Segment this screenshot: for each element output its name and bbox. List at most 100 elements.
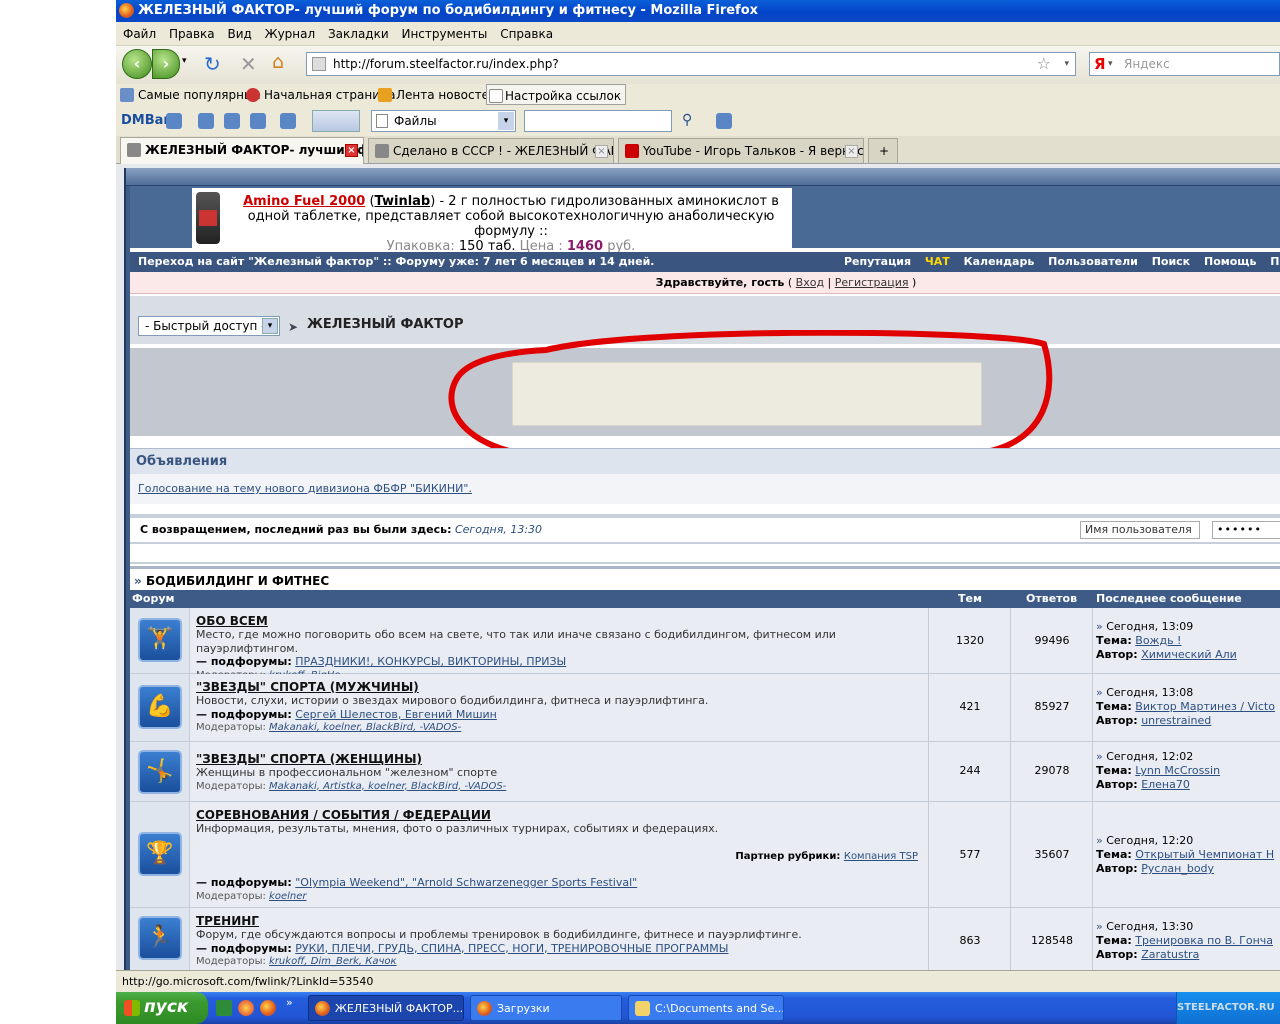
forum-title[interactable]: СОРЕВНОВАНИЯ / СОБЫТИЯ / ФЕДЕРАЦИИ — [196, 808, 924, 822]
quicklaunch-firefox-icon[interactable] — [260, 1000, 276, 1016]
toolbar-add-icon[interactable] — [198, 113, 214, 129]
page-content: Amino Fuel 2000 (Twinlab) - 2 г полность… — [116, 164, 1280, 970]
bookmark-folder-icon — [120, 88, 134, 102]
close-tab-icon[interactable]: × — [345, 144, 358, 157]
search-engine-dropdown-icon[interactable]: ▾ — [1108, 53, 1113, 75]
forum-dumbbell-icon[interactable]: 🏋 — [138, 618, 182, 662]
topics-count: 1320 — [956, 634, 984, 647]
menu-edit[interactable]: Правка — [169, 27, 215, 41]
forum-page: Amino Fuel 2000 (Twinlab) - 2 г полность… — [124, 168, 1280, 970]
bookmark-most-visited[interactable]: Самые популярные — [120, 84, 261, 106]
username-field[interactable]: Имя пользователя — [1080, 521, 1200, 539]
forum-title[interactable]: ТРЕНИНГ — [196, 914, 924, 928]
nav-chat[interactable]: ЧАТ — [925, 255, 950, 268]
bookmark-link-settings[interactable]: Настройка ссылок — [486, 84, 627, 105]
last-post-arrow-icon[interactable]: » — [1096, 834, 1103, 847]
chevron-down-icon[interactable]: ▾ — [262, 318, 278, 334]
stop-icon[interactable]: ✕ — [240, 52, 257, 76]
tab-steelfactor[interactable]: ЖЕЛЕЗНЫЙ ФАКТОР- лучший фо...× — [120, 137, 364, 164]
select-dropdown-icon[interactable]: ▾ — [498, 112, 514, 130]
menu-file[interactable]: Файл — [123, 27, 156, 41]
search-box[interactable]: Я ▾ Яндекс — [1089, 52, 1280, 76]
bookmark-home-page[interactable]: Начальная страница — [246, 84, 396, 106]
dmbar-text-input[interactable] — [524, 110, 672, 132]
toolbar-download-icon[interactable] — [716, 113, 732, 129]
ad-brand-link[interactable]: Twinlab — [375, 194, 431, 209]
moderators: Модераторы: Makanaki, Artistka, koelner,… — [196, 780, 507, 792]
back-button[interactable]: ‹ — [122, 49, 152, 79]
nav-users[interactable]: Пользователи — [1048, 255, 1138, 268]
register-link[interactable]: Регистрация — [835, 276, 909, 289]
site-age-text[interactable]: Переход на сайт "Железный фактор" :: Фор… — [138, 252, 654, 272]
category-header[interactable]: » БОДИБИЛДИНГ И ФИТНЕС — [130, 566, 1280, 590]
ad-banner[interactable]: Amino Fuel 2000 (Twinlab) - 2 г полность… — [192, 188, 792, 254]
announcement-link[interactable]: Голосование на тему нового дивизиона ФБФ… — [138, 482, 472, 495]
toolbar-chat-icon[interactable] — [166, 113, 182, 129]
nav-rules[interactable]: Прав — [1270, 255, 1280, 268]
replies-count: 128548 — [1031, 934, 1073, 947]
nav-reputation[interactable]: Репутация — [844, 255, 911, 268]
toolbar-settings-icon[interactable] — [280, 113, 296, 129]
forum-trophy-icon[interactable]: 🏆 — [138, 832, 182, 876]
last-post-arrow-icon[interactable]: » — [1096, 750, 1103, 763]
last-post: » Сегодня, 13:08 Тема: Виктор Мартинез /… — [1096, 686, 1275, 727]
search-icon[interactable]: ⚲ — [682, 112, 692, 128]
bookmark-news-feed[interactable]: Лента новостей — [378, 84, 497, 106]
forum-description: Новости, слухи, истории о звездах мирово… — [196, 694, 709, 707]
menu-tools[interactable]: Инструменты — [401, 27, 487, 41]
task-firefox[interactable]: ЖЕЛЕЗНЫЙ ФАКТОР... — [308, 995, 464, 1021]
toolbar-refresh-icon[interactable] — [250, 113, 266, 129]
quick-access-select[interactable]: - Быстрый доступ - ▾ — [138, 316, 280, 336]
tab-youtube[interactable]: YouTube - Игорь Тальков - Я вернусь... × — [618, 138, 864, 163]
login-link[interactable]: Вход — [796, 276, 824, 289]
menu-history[interactable]: Журнал — [265, 27, 316, 41]
forum-description: Женщины в профессиональном "железном" сп… — [196, 766, 498, 779]
files-select[interactable]: Файлы ▾ — [371, 110, 516, 132]
last-post: » Сегодня, 12:02 Тема: Lynn McCrossin Ав… — [1096, 750, 1221, 791]
yandex-icon[interactable]: Я — [1094, 53, 1106, 75]
forward-button[interactable]: › — [152, 49, 180, 79]
bookmark-star-icon[interactable]: ☆ — [1037, 53, 1051, 75]
forum-woman-icon[interactable]: 🤸 — [138, 750, 182, 794]
quicklaunch-more-icon[interactable]: » — [286, 996, 293, 1009]
forum-training-icon[interactable]: 🏃 — [138, 916, 182, 960]
quicklaunch-chrome-icon[interactable] — [238, 1000, 254, 1016]
history-dropdown-icon[interactable]: ▾ — [182, 56, 187, 66]
menu-bookmarks[interactable]: Закладки — [328, 27, 389, 41]
toolbar-copy-icon[interactable] — [224, 113, 240, 129]
password-field[interactable]: •••••• — [1212, 521, 1280, 539]
last-post-arrow-icon[interactable]: » — [1096, 686, 1103, 699]
url-bar[interactable]: http://forum.steelfactor.ru/index.php? ☆… — [306, 52, 1076, 76]
start-button[interactable]: пуск — [116, 992, 208, 1024]
menu-help[interactable]: Справка — [500, 27, 553, 41]
last-post-arrow-icon[interactable]: » — [1096, 920, 1103, 933]
toolbar-hand-button[interactable] — [312, 110, 360, 132]
reload-icon[interactable]: ↻ — [204, 52, 221, 76]
nav-calendar[interactable]: Календарь — [964, 255, 1035, 268]
menu-view[interactable]: Вид — [227, 27, 251, 41]
window-title-bar: ЖЕЛЕЗНЫЙ ФАКТОР- лучший форум по бодибил… — [116, 0, 1280, 22]
replies-count: 99496 — [1034, 634, 1070, 647]
task-downloads[interactable]: Загрузки — [470, 995, 622, 1021]
last-post-arrow-icon[interactable]: » — [1096, 620, 1103, 633]
forum-bodybuilder-icon[interactable]: 💪 — [138, 685, 182, 729]
close-tab-icon[interactable]: × — [595, 145, 608, 158]
moderators: Модераторы: koelner — [196, 890, 307, 902]
forum-title[interactable]: ОБО ВСЕМ — [196, 614, 924, 628]
nav-help[interactable]: Помощь — [1204, 255, 1256, 268]
tab-made-in-ussr[interactable]: Сделано в СССР ! - ЖЕЛЕЗНЫЙ ФАКТ... × — [368, 138, 614, 163]
col-topics: Тем — [958, 592, 982, 605]
taskbar: пуск » ЖЕЛЕЗНЫЙ ФАКТОР... Загрузки C:\Do… — [116, 992, 1280, 1024]
new-tab-button[interactable]: + — [868, 138, 898, 163]
quicklaunch-media-icon[interactable] — [216, 1000, 232, 1016]
task-explorer[interactable]: C:\Documents and Se... — [628, 995, 784, 1021]
url-dropdown-icon[interactable]: ▾ — [1064, 53, 1069, 75]
home-icon[interactable]: ⌂ — [272, 51, 284, 73]
page-icon — [489, 89, 503, 103]
forum-title[interactable]: "ЗВЕЗДЫ" СПОРТА (ЖЕНЩИНЫ) — [196, 752, 924, 766]
close-tab-icon[interactable]: × — [845, 145, 858, 158]
forum-title[interactable]: "ЗВЕЗДЫ" СПОРТА (МУЖЧИНЫ) — [196, 680, 924, 694]
ad-product-link[interactable]: Amino Fuel 2000 — [243, 194, 365, 209]
topics-count: 244 — [959, 764, 981, 777]
nav-search[interactable]: Поиск — [1152, 255, 1190, 268]
